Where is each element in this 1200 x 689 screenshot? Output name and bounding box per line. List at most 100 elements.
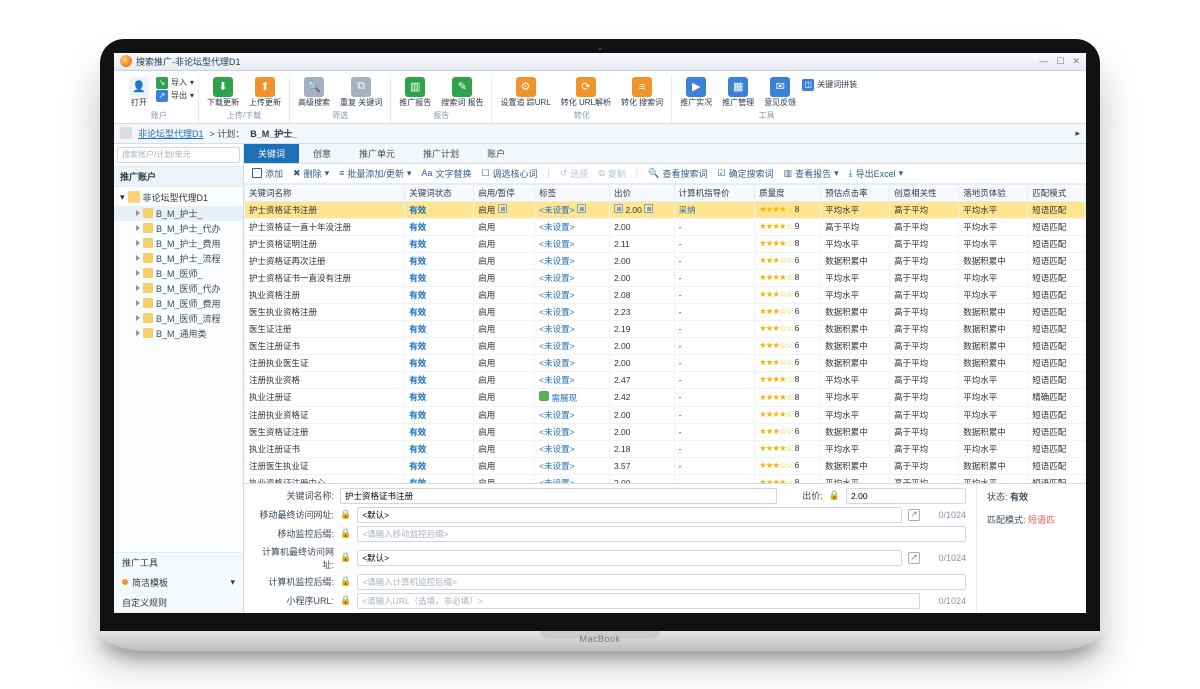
ribbon-convert-url[interactable]: ⟳转化 URL解析 [557, 75, 615, 109]
user-icon: 👤 [129, 77, 149, 97]
column-header[interactable]: 匹配模式 [1028, 184, 1086, 201]
table-row[interactable]: 医生注册证书有效启用<未设置>2.00-★★★☆☆ 6数据积累中高于平均数据积累… [245, 337, 1086, 354]
tb-copy[interactable]: ⧉ 复制 [598, 167, 625, 180]
edit-icon[interactable] [577, 204, 586, 213]
form-name-input[interactable] [340, 488, 777, 504]
breadcrumb-next-icon[interactable]: ▸ [1075, 128, 1080, 139]
sidebar-template[interactable]: 简洁模板▾ [114, 573, 243, 593]
tb-export[interactable]: ⤓ 导出Excel ▾ [849, 167, 904, 180]
tb-refine[interactable]: ☑ 确定搜索词 [717, 167, 773, 180]
form-pc-track-input[interactable] [357, 574, 966, 590]
ribbon-import[interactable]: ↘导入 ▾ [156, 77, 194, 89]
sidebar-item[interactable]: B_M_医师_流程 [114, 311, 243, 326]
column-header[interactable]: 质量度 [755, 184, 821, 201]
edit-icon[interactable] [614, 204, 623, 213]
table-row[interactable]: 注册执业医生证有效启用<未设置>2.00-★★★☆☆ 6数据积累中高于平均数据积… [245, 354, 1086, 371]
ribbon-convert-kw[interactable]: ≡转化 搜索词 [617, 75, 667, 109]
sidebar-item[interactable]: B_M_护士_ [114, 206, 243, 221]
table-row[interactable]: 护士资格证明注册有效启用<未设置>2.11-★★★★☆ 8平均水平高于平均平均水… [245, 235, 1086, 252]
form-mobile-url-input[interactable] [357, 507, 902, 523]
chevron-right-icon [136, 210, 140, 216]
column-header[interactable]: 标签 [535, 184, 610, 201]
download-icon: ⬇ [213, 77, 233, 97]
table-row[interactable]: 医生证注册有效启用<未设置>2.19-★★★☆☆ 6数据积累中高于平均数据积累中… [245, 320, 1086, 337]
tab[interactable]: 关键词 [244, 144, 299, 163]
table-row[interactable]: 注册执业资格有效启用<未设置>2.47-★★★★☆ 8平均水平高于平均平均水平短… [245, 371, 1086, 388]
form-bid-input[interactable] [846, 488, 966, 504]
column-header[interactable]: 计算机指导价 [674, 184, 754, 201]
ribbon-open[interactable]: 👤 打开 [124, 75, 154, 109]
sidebar-account[interactable]: ▾ 非论坛型代理D1 [114, 189, 243, 206]
ribbon-promo-mgmt[interactable]: ▦推广管理 [718, 75, 758, 109]
sidebar-rules[interactable]: 自定义规则 [114, 593, 243, 613]
tb-search[interactable]: 🔍 查看搜索词 [648, 167, 707, 180]
column-header[interactable]: 出价 [609, 184, 674, 201]
tb-delete[interactable]: ✖ 删除 ▾ [293, 167, 329, 180]
tab[interactable]: 账户 [473, 144, 519, 163]
sidebar-search-input[interactable] [117, 147, 240, 163]
window-close-icon[interactable]: ✕ [1072, 56, 1080, 67]
table-row[interactable]: 注册执业资格证有效启用<未设置>2.00-★★★★☆ 8平均水平高于平均平均水平… [245, 406, 1086, 423]
edit-icon[interactable] [644, 204, 653, 213]
form-miniapp-input[interactable] [357, 593, 920, 609]
column-header[interactable]: 启用/暂停 [474, 184, 535, 201]
breadcrumb-account[interactable]: 非论坛型代理D1 [138, 127, 204, 140]
open-link-icon[interactable]: ↗ [908, 509, 920, 521]
table-row[interactable]: 护士资格证书一直没有注册有效启用<未设置>2.00-★★★★☆ 8平均水平高于平… [245, 269, 1086, 286]
table-row[interactable]: 执业注册证书有效启用<未设置>2.18-★★★★☆ 8平均水平高于平均平均水平短… [245, 440, 1086, 457]
ribbon-group-filter: 筛选 [332, 109, 348, 123]
sidebar-item[interactable]: B_M_医师_代办 [114, 281, 243, 296]
ribbon-upload[interactable]: ⬆上传更新 [245, 75, 285, 109]
edit-icon[interactable] [498, 204, 507, 213]
tab-bar: 关键词创意推广单元推广计划账户 [244, 144, 1086, 164]
ribbon-promo-live[interactable]: ▶推广实况 [676, 75, 716, 109]
sidebar-item[interactable]: B_M_通用类 [114, 326, 243, 341]
folder-icon [143, 313, 153, 323]
ribbon-advsearch[interactable]: 🔍高级搜索 [294, 75, 334, 109]
ribbon-export[interactable]: ↗导出 ▾ [156, 90, 194, 102]
table-row[interactable]: 执业资格注册有效启用<未设置>2.08-★★★☆☆ 6平均水平高于平均平均水平短… [245, 286, 1086, 303]
tb-add[interactable]: 添加 [252, 167, 283, 180]
form-pc-url-input[interactable] [357, 550, 902, 566]
sidebar-item[interactable]: B_M_医师_费用 [114, 296, 243, 311]
ribbon-promo-report[interactable]: ▥推广报告 [395, 75, 435, 109]
tb-restore[interactable]: ↺ 还原 [560, 167, 589, 180]
window-minimize-icon[interactable]: — [1039, 56, 1048, 67]
table-row[interactable]: 执业资格证注册中心有效启用<未设置>2.00-★★★★☆ 8平均水平高于平均平均… [245, 474, 1086, 482]
window-maximize-icon[interactable]: ☐ [1056, 56, 1064, 67]
tb-report[interactable]: ▥ 查看报告 ▾ [784, 167, 839, 180]
sidebar-item[interactable]: B_M_护士_流程 [114, 251, 243, 266]
form-mobile-track-input[interactable] [357, 526, 966, 542]
tb-bulk[interactable]: ≡ 批量添加/更新 ▾ [339, 167, 411, 180]
tab[interactable]: 推广单元 [345, 144, 409, 163]
sidebar-item[interactable]: B_M_护士_代办 [114, 221, 243, 236]
ribbon-feedback[interactable]: ✉意见反馈 [760, 75, 800, 109]
table-row[interactable]: 医生资格证注册有效启用<未设置>2.00-★★★☆☆ 6数据积累中高于平均数据积… [245, 423, 1086, 440]
column-header[interactable]: 创意相关性 [890, 184, 959, 201]
table-row[interactable]: 护士资格证书注册有效启用 <未设置> 2.00 采纳★★★★☆ 8平均水平高于平… [245, 201, 1086, 218]
table-row[interactable]: 执业注册证有效启用 需展现2.42-★★★★☆ 8平均水平高于平均平均水平精确匹… [245, 388, 1086, 406]
column-header[interactable]: 落地页体验 [959, 184, 1028, 201]
bullet-icon [122, 579, 128, 585]
sidebar-tools[interactable]: 推广工具 [114, 553, 243, 573]
tb-core[interactable]: ☐ 调选核心词 [481, 167, 537, 180]
ribbon-kw-decorate[interactable]: ◫关键词拼装 [802, 79, 857, 91]
column-header[interactable]: 关键词状态 [405, 184, 474, 201]
sidebar: 推广账户 ▾ 非论坛型代理D1 B_M_护士_B_M_护士_代办B_M_护士_费… [114, 144, 244, 613]
ribbon-search-report[interactable]: ✎搜索词 报告 [437, 75, 487, 109]
table-row[interactable]: 医生执业资格注册有效启用<未设置>2.23-★★★☆☆ 6数据积累中高于平均数据… [245, 303, 1086, 320]
column-header[interactable]: 关键词名称 [245, 184, 405, 201]
open-link-icon[interactable]: ↗ [908, 552, 920, 564]
tab[interactable]: 推广计划 [409, 144, 473, 163]
table-row[interactable]: 护士资格证再次注册有效启用<未设置>2.00-★★★☆☆ 6数据积累中高于平均数… [245, 252, 1086, 269]
ribbon-download[interactable]: ⬇下载更新 [203, 75, 243, 109]
ribbon-dupkw[interactable]: ⧉重复 关键词 [336, 75, 386, 109]
ribbon-settings-url[interactable]: ⚙设置追 踪URL [496, 75, 554, 109]
sidebar-item[interactable]: B_M_护士_费用 [114, 236, 243, 251]
table-row[interactable]: 注册医生执业证有效启用<未设置>3.57-★★★☆☆ 6数据积累中高于平均数据积… [245, 457, 1086, 474]
column-header[interactable]: 预估点击率 [821, 184, 890, 201]
table-row[interactable]: 护士资格证一直十年没注册有效启用<未设置>2.00-★★★★☆ 9高于平均高于平… [245, 218, 1086, 235]
sidebar-item[interactable]: B_M_医师_ [114, 266, 243, 281]
tb-textrepl[interactable]: Aa 文字替换 [421, 167, 471, 180]
tab[interactable]: 创意 [299, 144, 345, 163]
